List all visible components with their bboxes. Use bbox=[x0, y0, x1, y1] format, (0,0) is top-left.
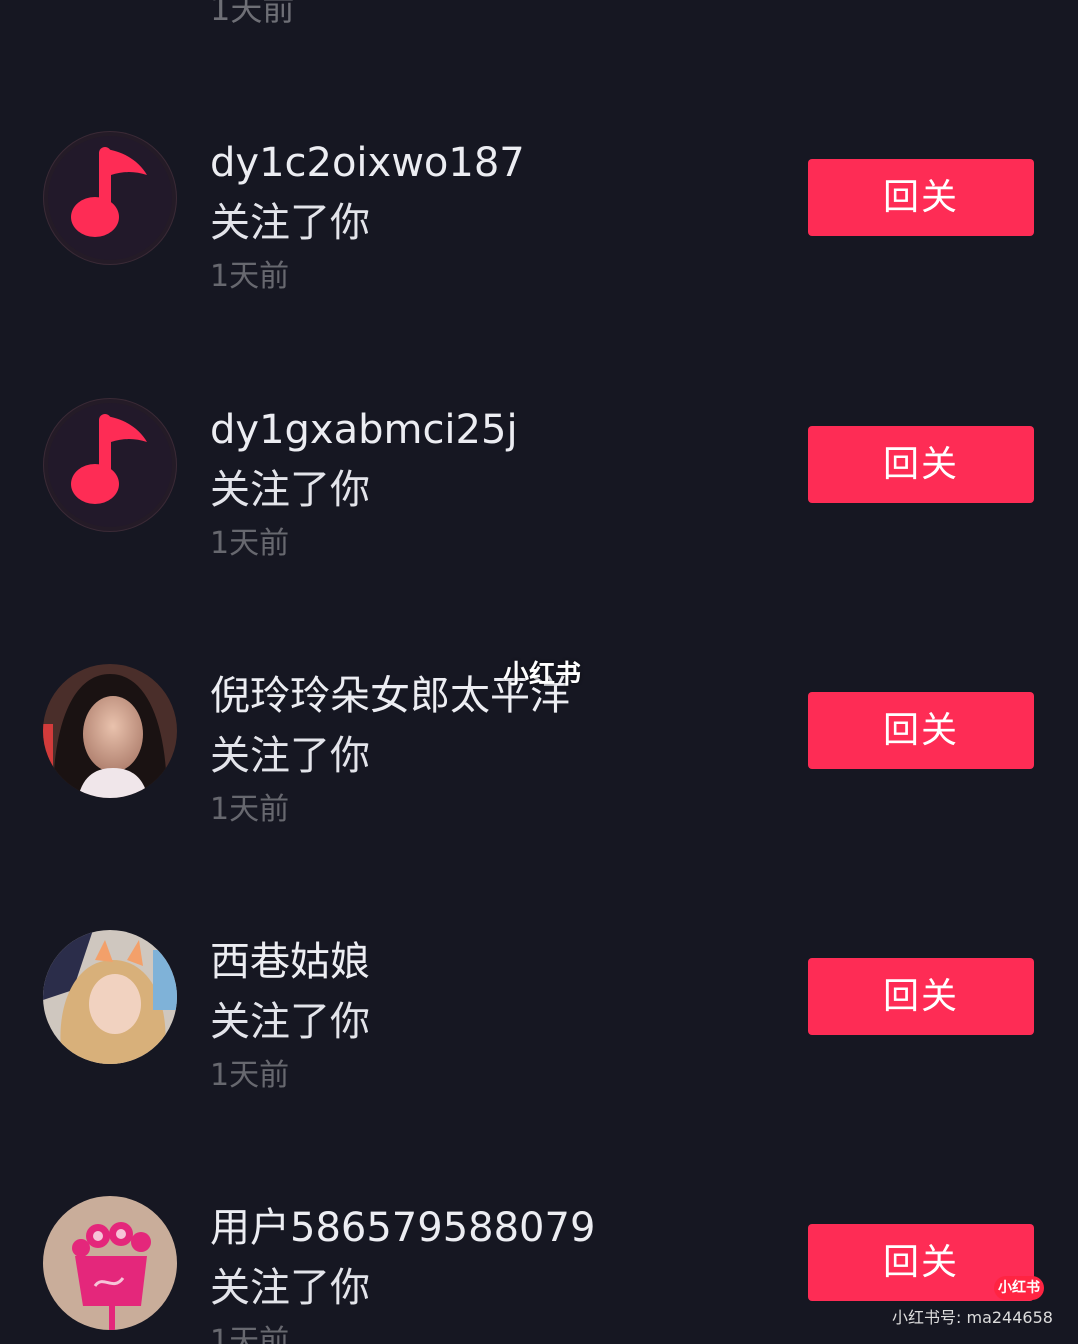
timestamp: 1天前 bbox=[210, 259, 290, 294]
follow-back-button[interactable]: 回关 bbox=[808, 426, 1034, 503]
watermark-badge: 小红书 bbox=[994, 1276, 1044, 1300]
username[interactable]: dy1gxabmci25j bbox=[210, 406, 518, 454]
watermark-center: 小红书 bbox=[503, 660, 582, 690]
timestamp: 1天前 bbox=[210, 526, 290, 561]
watermark-id: 小红书号: ma244658 bbox=[892, 1308, 1053, 1327]
timestamp: 1天前 bbox=[210, 1324, 290, 1344]
follow-back-button[interactable]: 回关 bbox=[808, 958, 1034, 1035]
follow-action-text: 关注了你 bbox=[210, 733, 370, 779]
list-item[interactable]: dy1gxabmci25j 关注了你 1天前 回关 bbox=[0, 398, 1078, 598]
username[interactable]: dy1c2oixwo187 bbox=[210, 139, 525, 187]
timestamp: 1天前 bbox=[210, 1058, 290, 1093]
timestamp: 1天前 bbox=[210, 792, 290, 827]
follow-action-text: 关注了你 bbox=[210, 467, 370, 513]
follow-back-button[interactable]: 回关 bbox=[808, 159, 1034, 236]
username[interactable]: 用户586579588079 bbox=[210, 1204, 595, 1252]
music-note-icon bbox=[48, 403, 172, 527]
follow-action-text: 关注了你 bbox=[210, 999, 370, 1045]
list-item[interactable]: 倪玲玲朵女郎太平洋 关注了你 1天前 回关 bbox=[0, 664, 1078, 864]
user-photo-avatar bbox=[43, 664, 177, 798]
previous-item-time: 1天前 bbox=[210, 0, 295, 28]
avatar[interactable] bbox=[43, 1196, 177, 1330]
avatar[interactable] bbox=[43, 398, 177, 532]
flower-avatar bbox=[43, 1196, 177, 1330]
avatar[interactable] bbox=[43, 664, 177, 798]
follow-action-text: 关注了你 bbox=[210, 200, 370, 246]
user-photo-avatar bbox=[43, 930, 177, 1064]
list-item[interactable]: 西巷姑娘 关注了你 1天前 回关 bbox=[0, 930, 1078, 1130]
music-note-icon bbox=[48, 136, 172, 260]
list-item[interactable]: dy1c2oixwo187 关注了你 1天前 回关 bbox=[0, 131, 1078, 331]
follow-back-button[interactable]: 回关 bbox=[808, 692, 1034, 769]
avatar[interactable] bbox=[43, 131, 177, 265]
follow-action-text: 关注了你 bbox=[210, 1265, 370, 1311]
avatar[interactable] bbox=[43, 930, 177, 1064]
notification-list-screen: 1天前 dy1c2oixwo187 关注了你 1天前 回关 dy1gxabmci… bbox=[0, 0, 1078, 1344]
username[interactable]: 西巷姑娘 bbox=[210, 938, 370, 986]
